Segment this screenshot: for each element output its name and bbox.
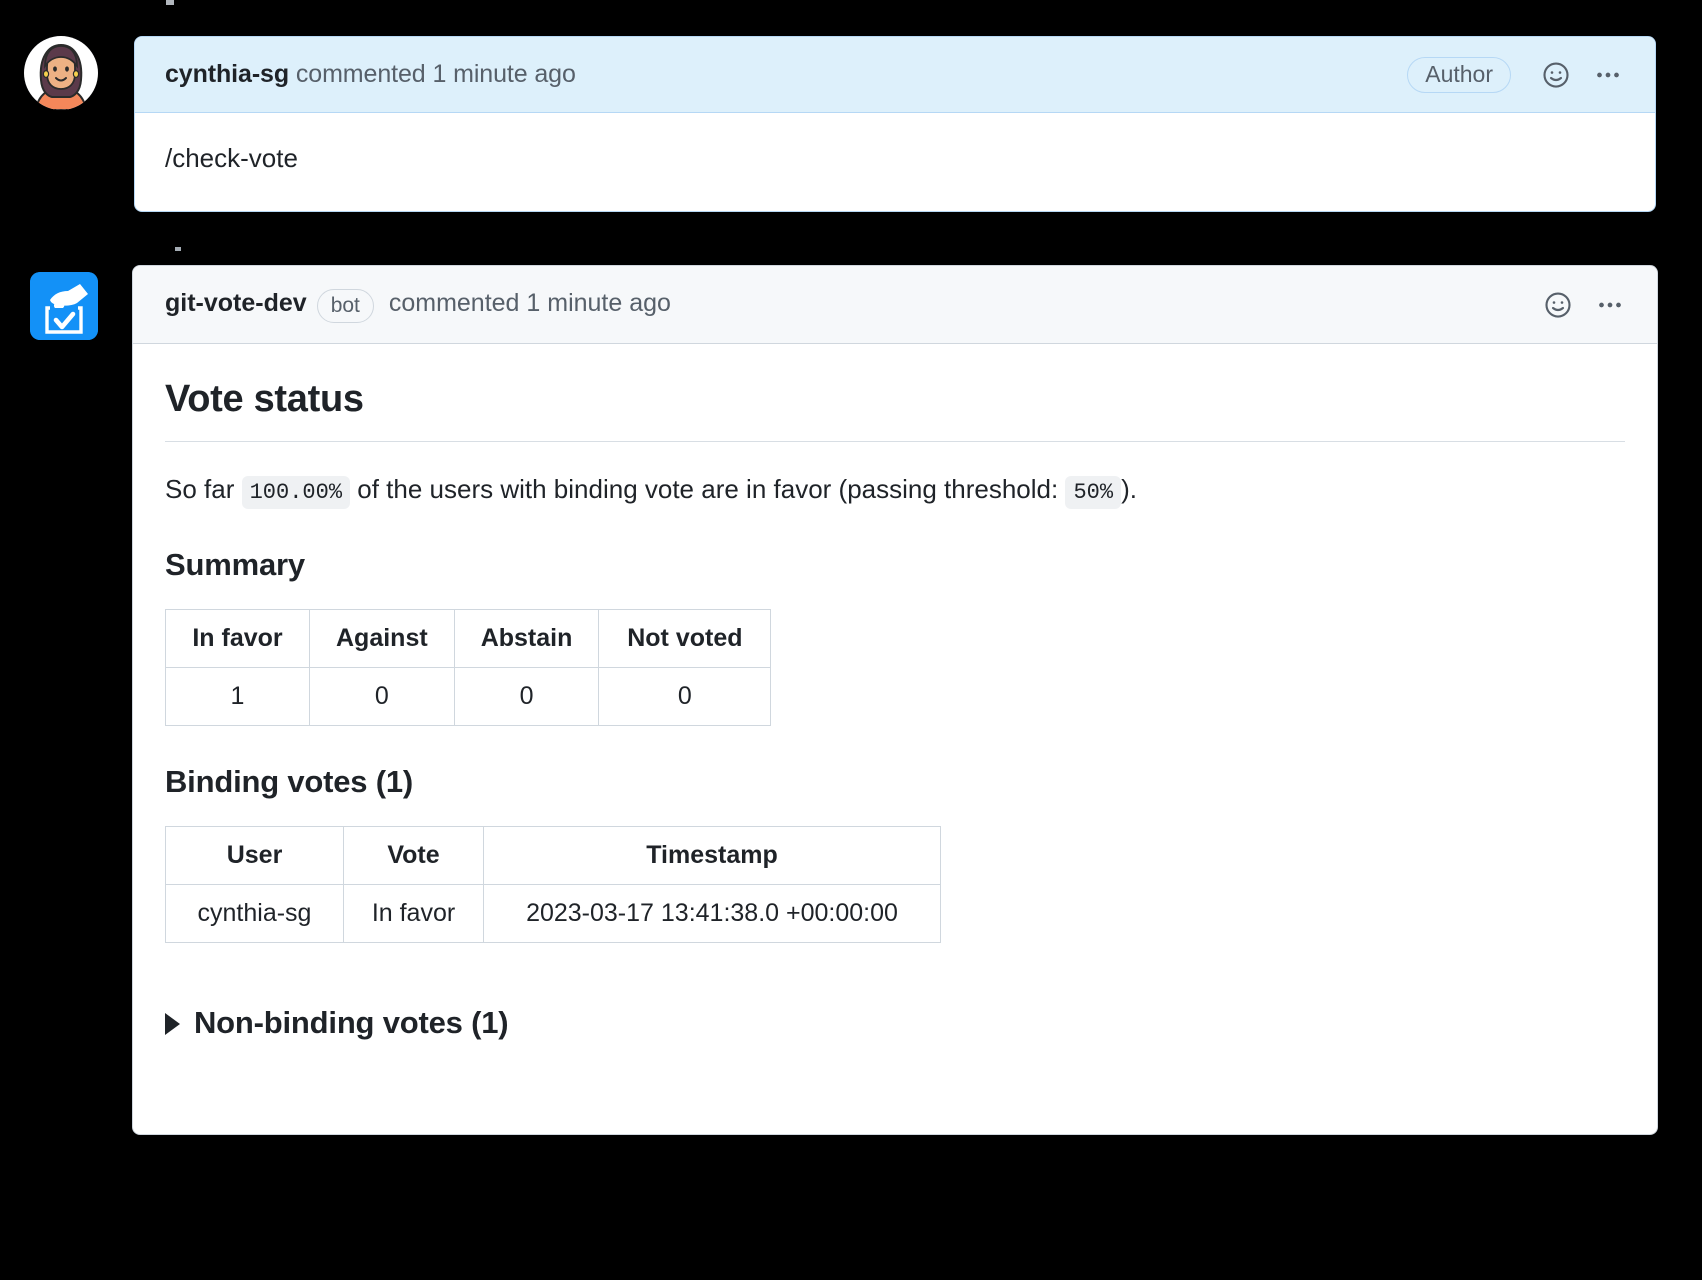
comment-thread: cynthia-sg commented 1 minute ago Author: [0, 0, 1702, 1280]
comment-byline: git-vote-dev bot commented 1 minute ago: [165, 288, 671, 323]
cell-vote: In favor: [343, 884, 484, 943]
cell-not-voted: 0: [598, 667, 772, 726]
table-header-row: In favor Against Abstain Not voted: [165, 609, 772, 668]
sentence-suffix: ).: [1121, 474, 1137, 504]
avatar[interactable]: [30, 272, 98, 340]
comment-timestamp: commented 1 minute ago: [381, 288, 671, 317]
non-binding-votes-disclosure[interactable]: Non-binding votes (1): [165, 1005, 1625, 1041]
table-header-row: User Vote Timestamp: [165, 826, 941, 885]
tail: [132, 294, 133, 316]
binding-votes-table: User Vote Timestamp cynthia-sg In favor …: [165, 826, 941, 943]
comment-author[interactable]: cynthia-sg: [165, 60, 289, 88]
summary-heading: Summary: [165, 547, 305, 582]
comment-body: Vote status So far 100.00% of the users …: [133, 344, 1657, 1041]
column-header-timestamp: Timestamp: [483, 826, 941, 885]
sentence-middle: of the users with binding vote are in fa…: [357, 474, 1059, 504]
summary-table: In favor Against Abstain Not voted 1 0 0…: [165, 609, 772, 726]
kebab-menu-icon[interactable]: [1589, 56, 1627, 94]
page-title: Vote status: [165, 378, 1625, 442]
smiley-plus-icon[interactable]: [1537, 56, 1575, 94]
comment-author[interactable]: git-vote-dev: [165, 289, 307, 317]
triangle-right-icon: [165, 1013, 180, 1035]
cropped-artifact-middle: [175, 247, 181, 251]
cell-in-favor: 1: [165, 667, 310, 726]
column-header-abstain: Abstain: [453, 609, 600, 668]
tail: [134, 65, 135, 87]
comment-cynthia-sg: cynthia-sg commented 1 minute ago Author: [134, 36, 1656, 212]
column-header-in-favor: In favor: [165, 609, 310, 668]
author-badge: Author: [1407, 56, 1511, 93]
user-avatar-woman-icon: [25, 37, 97, 110]
cell-user: cynthia-sg: [165, 884, 344, 943]
bot-badge: bot: [316, 288, 374, 323]
cell-against: 0: [309, 667, 455, 726]
comment-git-vote-dev: git-vote-dev bot commented 1 minute ago: [132, 265, 1658, 1135]
passing-threshold: 50%: [1065, 476, 1122, 509]
cell-timestamp: 2023-03-17 13:41:38.0 +00:00:00: [483, 884, 941, 943]
percent-in-favor: 100.00%: [241, 476, 351, 509]
column-header-not-voted: Not voted: [598, 609, 772, 668]
smiley-plus-icon[interactable]: [1539, 286, 1577, 324]
cell-abstain: 0: [453, 667, 600, 726]
table-row: 1 0 0 0: [165, 667, 772, 726]
sentence-prefix: So far: [165, 474, 235, 504]
avatar[interactable]: [24, 36, 98, 110]
non-binding-votes-heading: Non-binding votes (1): [194, 1005, 509, 1040]
comment-byline: cynthia-sg commented 1 minute ago: [165, 60, 576, 89]
binding-votes-heading: Binding votes (1): [165, 764, 414, 799]
table-row: cynthia-sg In favor 2023-03-17 13:41:38.…: [165, 884, 941, 943]
comment-header: git-vote-dev bot commented 1 minute ago: [133, 266, 1657, 344]
comment-body: /check-vote: [165, 143, 298, 173]
column-header-user: User: [165, 826, 344, 885]
comment-timestamp: commented 1 minute ago: [289, 60, 576, 88]
cropped-artifact-top: [166, 0, 174, 5]
column-header-vote: Vote: [343, 826, 484, 885]
column-header-against: Against: [309, 609, 455, 668]
comment-header: cynthia-sg commented 1 minute ago Author: [135, 37, 1655, 113]
kebab-menu-icon[interactable]: [1591, 286, 1629, 324]
status-sentence: So far 100.00% of the users with binding…: [165, 470, 1625, 509]
ballot-box-hand-icon: [30, 272, 98, 340]
